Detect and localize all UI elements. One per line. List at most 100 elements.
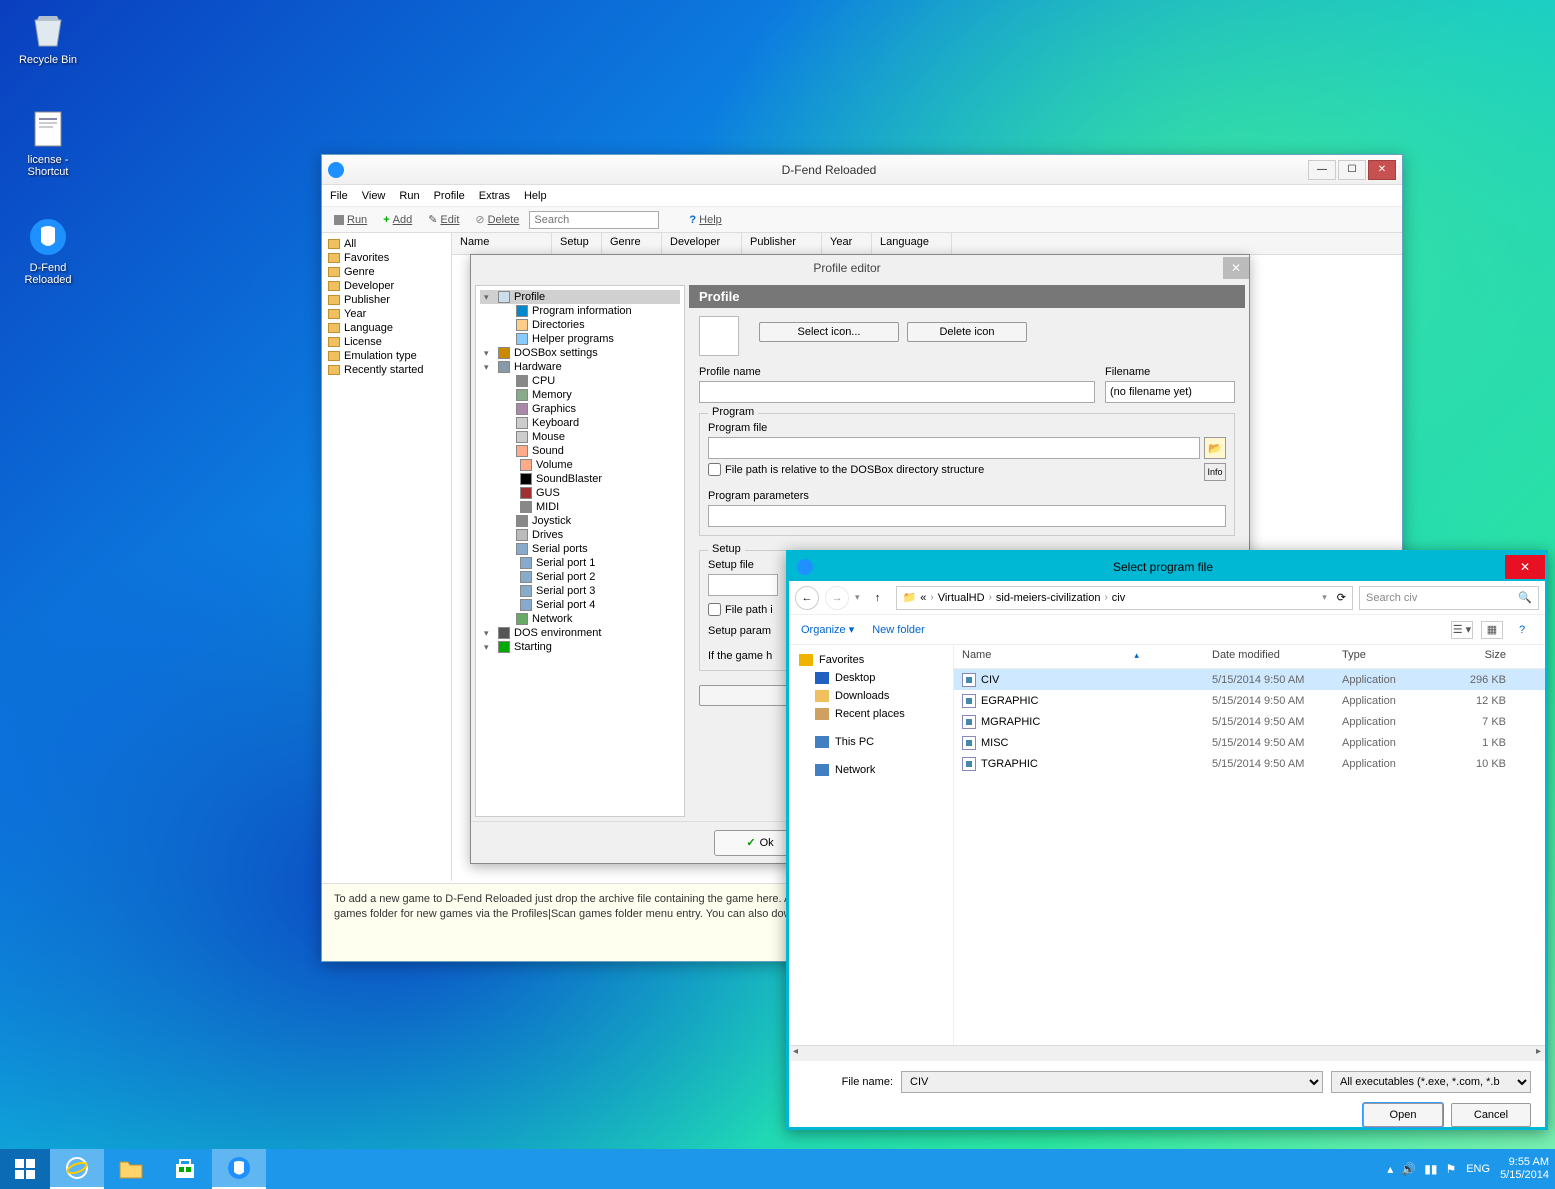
open-button[interactable]: Open (1363, 1103, 1443, 1127)
taskbar-store[interactable] (158, 1149, 212, 1189)
run-button[interactable]: Run (328, 212, 373, 228)
sidebar-favorites[interactable]: Favorites (795, 651, 943, 669)
tree-node-dosbox-settings[interactable]: ▾DOSBox settings (480, 346, 680, 360)
file-row-tgraphic[interactable]: TGRAPHIC5/15/2014 9:50 AMApplication10 K… (954, 753, 1545, 774)
tree-node-starting[interactable]: ▾Starting (480, 640, 680, 654)
delete-icon-button[interactable]: Delete icon (907, 322, 1027, 342)
browse-program-button[interactable]: 📂 (1204, 437, 1226, 459)
breadcrumb-dropdown[interactable]: ▾ (1322, 592, 1327, 603)
recent-dropdown[interactable]: ▾ (855, 592, 860, 603)
add-button[interactable]: +Add (377, 212, 418, 228)
cancel-button[interactable]: Cancel (1451, 1103, 1531, 1127)
tree-node-dos-environment[interactable]: ▾DOS environment (480, 626, 680, 640)
program-param-input[interactable] (708, 505, 1226, 527)
search-input[interactable] (529, 211, 659, 229)
col-setup[interactable]: Setup (552, 233, 602, 254)
sidebar-item-developer[interactable]: Developer (326, 279, 447, 293)
search-box[interactable]: Search civ 🔍 (1359, 586, 1539, 610)
desktop-icon-license[interactable]: license - Shortcut (10, 108, 86, 178)
tree-node-serial-port-2[interactable]: Serial port 2 (480, 570, 680, 584)
view-list-button[interactable]: ☰ ▾ (1451, 621, 1473, 639)
tree-node-hardware[interactable]: ▾Hardware (480, 360, 680, 374)
file-row-misc[interactable]: MISC5/15/2014 9:50 AMApplication1 KB (954, 732, 1545, 753)
delete-button[interactable]: ⊘Delete (469, 211, 525, 228)
menu-run[interactable]: Run (399, 190, 419, 202)
relative-path-checkbox[interactable] (708, 463, 721, 476)
menu-file[interactable]: File (330, 190, 348, 202)
sidebar-item-year[interactable]: Year (326, 307, 447, 321)
view-details-button[interactable]: ▦ (1481, 621, 1503, 639)
tree-node-keyboard[interactable]: Keyboard (480, 416, 680, 430)
tray-up-icon[interactable]: ▴ (1387, 1162, 1393, 1176)
tree-node-gus[interactable]: GUS (480, 486, 680, 500)
forward-button[interactable]: → (825, 586, 849, 610)
sidebar-item-license[interactable]: License (326, 335, 447, 349)
file-row-egraphic[interactable]: EGRAPHIC5/15/2014 9:50 AMApplication12 K… (954, 690, 1545, 711)
tree-node-directories[interactable]: Directories (480, 318, 680, 332)
dfend-titlebar[interactable]: D-Fend Reloaded — ☐ ✕ (322, 155, 1402, 185)
filename-input[interactable] (1105, 381, 1235, 403)
sidebar-desktop[interactable]: Desktop (799, 669, 943, 687)
tray-language[interactable]: ENG (1466, 1163, 1490, 1175)
taskbar-dfend[interactable] (212, 1149, 266, 1189)
taskbar-explorer[interactable] (104, 1149, 158, 1189)
profile-editor-close[interactable]: ✕ (1223, 257, 1249, 279)
file-row-mgraphic[interactable]: MGRAPHIC5/15/2014 9:50 AMApplication7 KB (954, 711, 1545, 732)
menu-extras[interactable]: Extras (479, 190, 510, 202)
tray-network-icon[interactable]: ▮▮ (1424, 1162, 1437, 1176)
back-button[interactable]: ← (795, 586, 819, 610)
tree-node-midi[interactable]: MIDI (480, 500, 680, 514)
sidebar-item-language[interactable]: Language (326, 321, 447, 335)
col-genre[interactable]: Genre (602, 233, 662, 254)
refresh-button[interactable]: ⟳ (1337, 591, 1346, 604)
col-year[interactable]: Year (822, 233, 872, 254)
sidebar-item-favorites[interactable]: Favorites (326, 251, 447, 265)
menu-help[interactable]: Help (524, 190, 547, 202)
tree-node-serial-ports[interactable]: Serial ports (480, 542, 680, 556)
sidebar-recent-places[interactable]: Recent places (799, 705, 943, 723)
help-button[interactable]: ?Help (683, 212, 727, 228)
col-language[interactable]: Language (872, 233, 952, 254)
breadcrumb[interactable]: 📁 «› VirtualHD› sid-meiers-civilization›… (896, 586, 1353, 610)
profile-editor-titlebar[interactable]: Profile editor ✕ (471, 255, 1249, 281)
tree-node-graphics[interactable]: Graphics (480, 402, 680, 416)
tray-flag-icon[interactable]: ⚑ (1445, 1162, 1456, 1176)
file-dialog-close[interactable]: ✕ (1505, 555, 1545, 579)
col-date[interactable]: Date modified (1204, 645, 1334, 668)
col-size[interactable]: Size (1434, 645, 1514, 668)
start-button[interactable] (0, 1149, 50, 1189)
col-name[interactable]: Name (452, 233, 552, 254)
sidebar-downloads[interactable]: Downloads (799, 687, 943, 705)
horizontal-scrollbar[interactable]: ◂▸ (789, 1045, 1545, 1061)
tree-node-mouse[interactable]: Mouse (480, 430, 680, 444)
sidebar-this-pc[interactable]: This PC (799, 733, 943, 751)
file-dialog-titlebar[interactable]: Select program file ✕ (789, 553, 1545, 581)
taskbar-ie[interactable] (50, 1149, 104, 1189)
tree-node-serial-port-1[interactable]: Serial port 1 (480, 556, 680, 570)
col-developer[interactable]: Developer (662, 233, 742, 254)
maximize-button[interactable]: ☐ (1338, 160, 1366, 180)
tray-clock[interactable]: 9:55 AM 5/15/2014 (1500, 1156, 1549, 1182)
tray-volume-icon[interactable]: 🔊 (1401, 1162, 1416, 1176)
tree-node-network[interactable]: Network (480, 612, 680, 626)
minimize-button[interactable]: — (1308, 160, 1336, 180)
file-row-civ[interactable]: CIV5/15/2014 9:50 AMApplication296 KB (954, 669, 1545, 690)
info-button[interactable]: Info (1204, 463, 1226, 481)
tree-node-program-information[interactable]: Program information (480, 304, 680, 318)
desktop-icon-dfend[interactable]: D-Fend Reloaded (10, 216, 86, 286)
tree-node-soundblaster[interactable]: SoundBlaster (480, 472, 680, 486)
select-icon-button[interactable]: Select icon... (759, 322, 899, 342)
setup-file-input[interactable] (708, 574, 778, 596)
filename-input[interactable]: CIV (901, 1071, 1323, 1093)
tree-node-volume[interactable]: Volume (480, 458, 680, 472)
menu-profile[interactable]: Profile (434, 190, 465, 202)
col-name[interactable]: Name ▴ (954, 645, 1204, 668)
tree-node-sound[interactable]: Sound (480, 444, 680, 458)
sidebar-item-emulation-type[interactable]: Emulation type (326, 349, 447, 363)
sidebar-item-publisher[interactable]: Publisher (326, 293, 447, 307)
tree-node-cpu[interactable]: CPU (480, 374, 680, 388)
sidebar-network[interactable]: Network (799, 761, 943, 779)
sidebar-item-recently-started[interactable]: Recently started (326, 363, 447, 377)
close-button[interactable]: ✕ (1368, 160, 1396, 180)
organize-button[interactable]: Organize ▾ (801, 623, 854, 636)
